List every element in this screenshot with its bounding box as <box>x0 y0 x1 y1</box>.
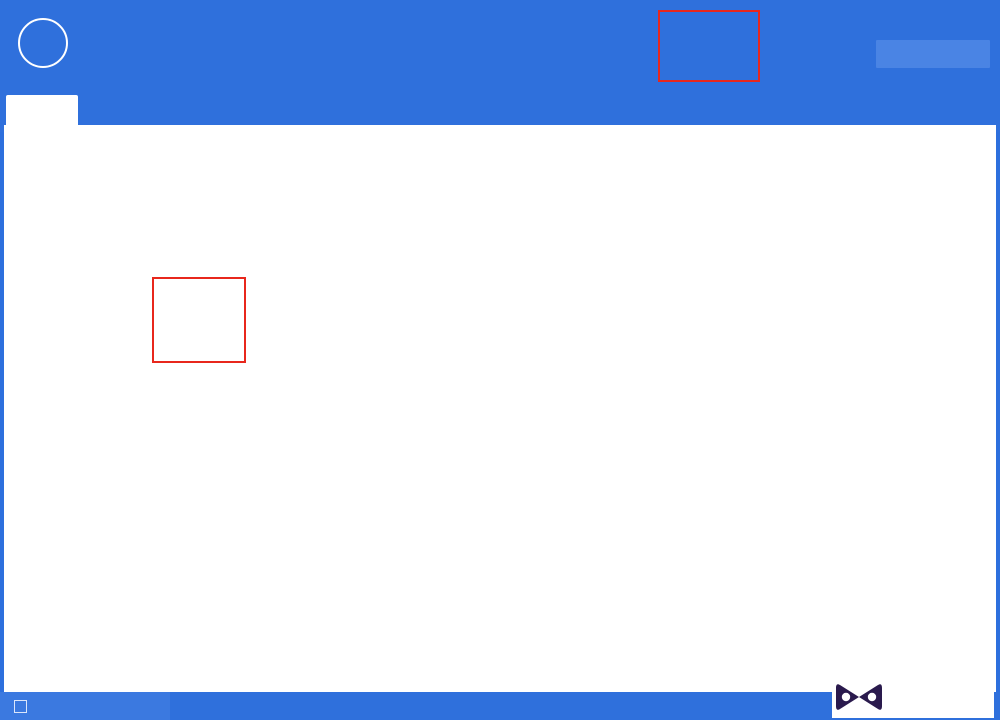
i4-circle-logo-icon <box>18 18 68 68</box>
status-bar <box>0 692 1000 720</box>
toolbox-content <box>4 125 996 693</box>
app-window <box>0 0 1000 720</box>
app-header <box>0 0 1000 88</box>
brand <box>18 18 78 68</box>
download-status-button[interactable] <box>876 40 990 68</box>
block-itunes-checkbox[interactable] <box>14 699 27 713</box>
backup-restore-highlight-box <box>152 277 246 363</box>
block-itunes-option[interactable] <box>0 692 170 720</box>
toolbox-nav-highlight-box <box>658 10 760 82</box>
